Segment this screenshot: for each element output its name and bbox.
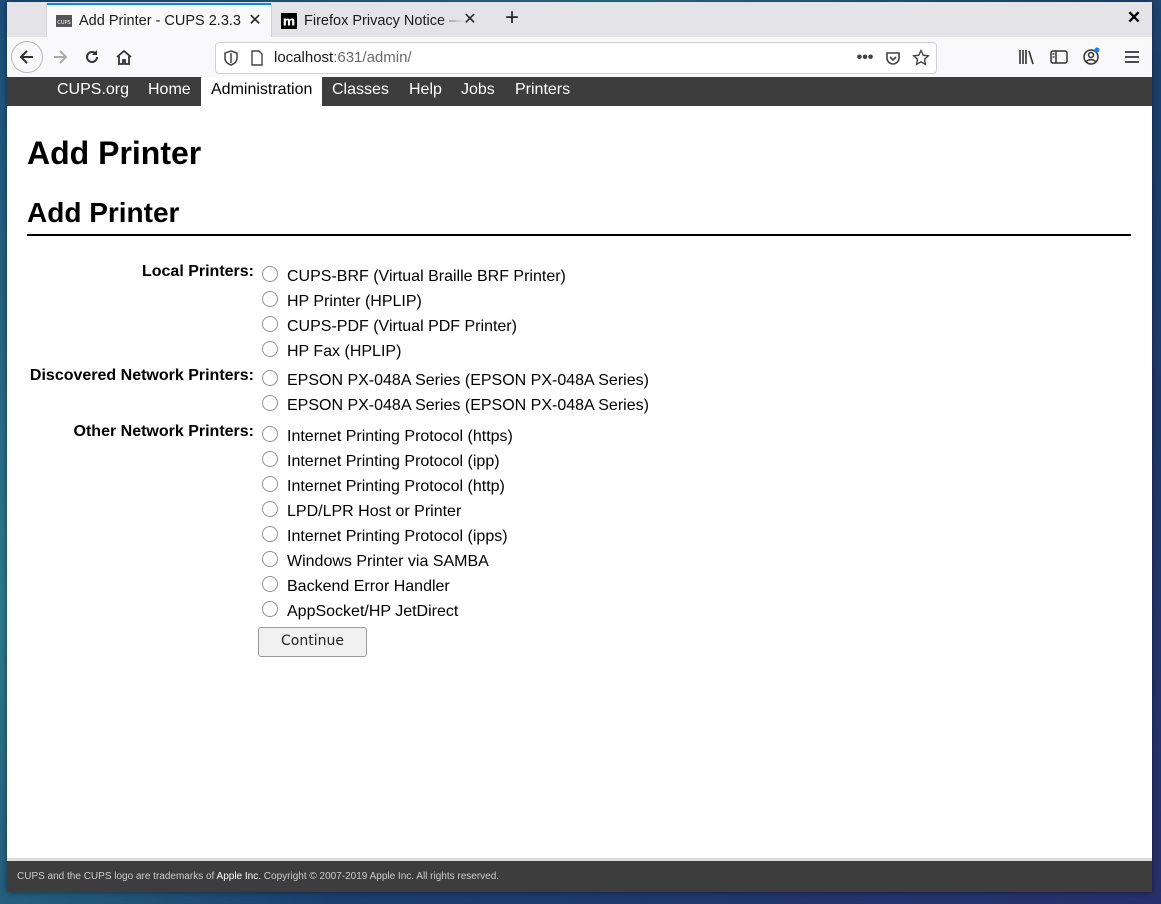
nav-help[interactable]: Help <box>399 77 452 106</box>
page-title: Add Printer <box>27 135 202 171</box>
local-printers-label: Local Printers: <box>141 263 254 280</box>
home-icon[interactable] <box>108 41 140 73</box>
radio-button[interactable] <box>262 526 278 542</box>
url-bar[interactable]: localhost:631/admin/ ••• <box>215 42 937 74</box>
tab-add-printer[interactable]: CUPS Add Printer - CUPS 2.3.3 ✕ <box>47 3 271 37</box>
radio-button[interactable] <box>262 576 278 592</box>
footer: CUPS and the CUPS logo are trademarks of… <box>7 858 1152 892</box>
bookmark-star-icon[interactable] <box>912 49 930 67</box>
printer-option[interactable]: HP Printer (HPLIP) <box>262 291 422 313</box>
back-arrow-icon[interactable] <box>11 41 43 73</box>
page-content: Add Printer Add Printer Local Printers: … <box>7 106 1152 858</box>
reload-icon[interactable] <box>76 41 108 73</box>
cups-navigation: CUPS.org Home Administration Classes Hel… <box>7 77 1152 106</box>
apple-link[interactable]: Apple Inc. <box>217 871 261 882</box>
radio-button[interactable] <box>262 316 278 332</box>
radio-button[interactable] <box>262 551 278 567</box>
section-title: Add Printer <box>27 197 180 228</box>
tab-firefox-privacy[interactable]: m Firefox Privacy Notice — ✕ <box>272 4 486 37</box>
svg-text:m: m <box>283 14 296 28</box>
printer-option[interactable]: Internet Printing Protocol (http) <box>262 476 505 498</box>
radio-button[interactable] <box>262 601 278 617</box>
printer-option[interactable]: AppSocket/HP JetDirect <box>262 601 458 623</box>
other-network-printers-label: Other Network Printers: <box>73 423 254 440</box>
radio-button[interactable] <box>262 451 278 467</box>
radio-button[interactable] <box>262 266 278 282</box>
nav-cups-org[interactable]: CUPS.org <box>47 77 139 106</box>
radio-button[interactable] <box>262 370 278 386</box>
nav-home[interactable]: Home <box>138 77 201 106</box>
radio-button[interactable] <box>262 291 278 307</box>
tab-bar: CUPS Add Printer - CUPS 2.3.3 ✕ m Firefo… <box>7 2 1152 37</box>
printer-option[interactable]: LPD/LPR Host or Printer <box>262 501 461 523</box>
account-icon[interactable] <box>1081 47 1101 67</box>
svg-text:CUPS: CUPS <box>57 20 70 26</box>
browser-window: CUPS Add Printer - CUPS 2.3.3 ✕ m Firefo… <box>7 2 1152 892</box>
new-tab-icon[interactable]: + <box>501 6 523 30</box>
nav-classes[interactable]: Classes <box>322 77 399 106</box>
printer-option[interactable]: Internet Printing Protocol (ipp) <box>262 451 500 473</box>
tab-close-icon[interactable]: ✕ <box>462 12 478 28</box>
discovered-network-printers-label: Discovered Network Printers: <box>29 367 254 384</box>
radio-button[interactable] <box>262 395 278 411</box>
printer-option[interactable]: EPSON PX-048A Series (EPSON PX-048A Seri… <box>262 370 649 392</box>
radio-button[interactable] <box>262 501 278 517</box>
radio-button[interactable] <box>262 476 278 492</box>
section-divider <box>27 234 1131 236</box>
nav-administration[interactable]: Administration <box>201 77 323 106</box>
printer-option[interactable]: HP Fax (HPLIP) <box>262 341 401 363</box>
printer-option[interactable]: Backend Error Handler <box>262 576 450 598</box>
continue-button[interactable]: Continue <box>258 627 367 657</box>
tab-close-icon[interactable]: ✕ <box>247 13 263 29</box>
tab-title: Firefox Privacy Notice — <box>304 12 464 29</box>
menu-icon[interactable] <box>1122 47 1142 67</box>
pocket-icon[interactable] <box>884 49 902 67</box>
tab-title: Add Printer - CUPS 2.3.3 <box>79 13 241 29</box>
printer-option[interactable]: Internet Printing Protocol (ipps) <box>262 526 508 548</box>
printer-option[interactable]: Windows Printer via SAMBA <box>262 551 489 573</box>
page-info-icon[interactable] <box>248 49 266 67</box>
page-actions-icon[interactable]: ••• <box>856 49 874 67</box>
printer-option[interactable]: CUPS-BRF (Virtual Braille BRF Printer) <box>262 266 566 288</box>
forward-arrow-icon[interactable] <box>44 41 76 73</box>
radio-button[interactable] <box>262 426 278 442</box>
printer-option[interactable]: EPSON PX-048A Series (EPSON PX-048A Seri… <box>262 395 649 417</box>
printer-option[interactable]: Internet Printing Protocol (https) <box>262 426 513 448</box>
library-icon[interactable] <box>1017 47 1037 67</box>
radio-button[interactable] <box>262 341 278 357</box>
navigation-toolbar: localhost:631/admin/ ••• <box>7 37 1152 78</box>
shield-icon[interactable] <box>222 49 240 67</box>
window-close-icon[interactable]: ✕ <box>1126 9 1142 26</box>
sidebar-icon[interactable] <box>1049 47 1069 67</box>
footer-text: CUPS and the CUPS logo are trademarks of… <box>17 871 500 882</box>
url-text: localhost:631/admin/ <box>274 49 412 66</box>
nav-jobs[interactable]: Jobs <box>451 77 505 106</box>
cups-icon: CUPS <box>56 13 72 29</box>
mozilla-icon: m <box>281 12 297 29</box>
nav-printers[interactable]: Printers <box>505 77 580 106</box>
printer-option[interactable]: CUPS-PDF (Virtual PDF Printer) <box>262 316 517 338</box>
